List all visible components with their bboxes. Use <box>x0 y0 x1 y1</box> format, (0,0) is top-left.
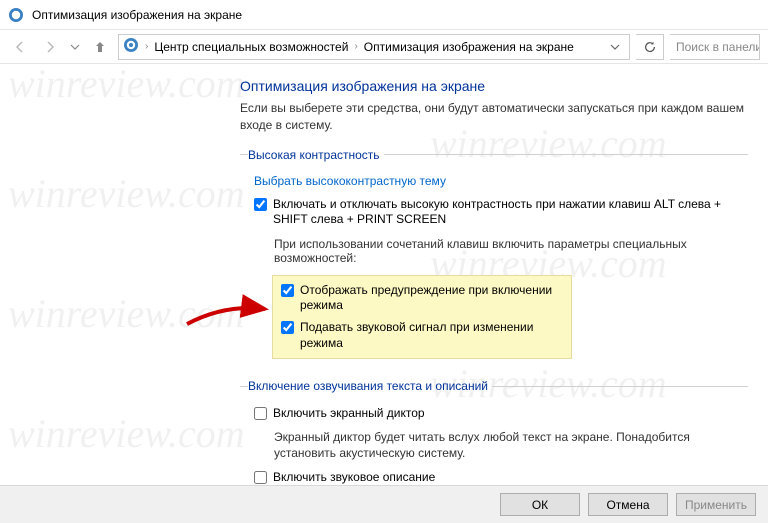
search-input[interactable]: Поиск в панели <box>670 34 760 60</box>
apply-button[interactable]: Применить <box>676 493 756 516</box>
section-legend: Высокая контрастность <box>248 148 384 162</box>
history-dropdown[interactable] <box>68 35 82 59</box>
breadcrumb-ease-of-access[interactable]: Центр специальных возможностей <box>154 40 348 54</box>
play-sound-label[interactable]: Подавать звуковой сигнал при изменении р… <box>300 320 569 351</box>
choose-theme-link[interactable]: Выбрать высококонтрастную тему <box>254 174 446 188</box>
enable-narrator-label[interactable]: Включить экранный диктор <box>273 406 425 422</box>
section-legend: Включение озвучивания текста и описаний <box>248 379 492 393</box>
highlighted-options: Отображать предупреждение при включении … <box>272 275 572 359</box>
window-title: Оптимизация изображения на экране <box>32 8 242 22</box>
toggle-hc-checkbox[interactable] <box>254 198 267 211</box>
breadcrumb-current[interactable]: Оптимизация изображения на экране <box>364 40 574 54</box>
forward-button[interactable] <box>38 35 62 59</box>
navbar: › Центр специальных возможностей › Оптим… <box>0 30 768 64</box>
back-button[interactable] <box>8 35 32 59</box>
chevron-right-icon: › <box>145 41 148 52</box>
callout-arrow-icon <box>185 294 275 334</box>
ok-button[interactable]: ОК <box>500 493 580 516</box>
section-high-contrast: Высокая контрастность Выбрать высококонт… <box>240 148 748 368</box>
up-button[interactable] <box>88 35 112 59</box>
enable-audio-desc-checkbox[interactable] <box>254 471 267 484</box>
play-sound-checkbox[interactable] <box>281 321 294 334</box>
address-dropdown-icon[interactable] <box>605 42 625 52</box>
toggle-hc-label[interactable]: Включать и отключать высокую контрастнос… <box>273 197 748 228</box>
enable-narrator-checkbox[interactable] <box>254 407 267 420</box>
narrator-hint: Экранный диктор будет читать вслух любой… <box>248 425 748 467</box>
search-placeholder: Поиск в панели <box>676 40 760 54</box>
section-narration: Включение озвучивания текста и описаний … <box>240 379 748 485</box>
control-panel-icon <box>8 7 24 23</box>
cancel-button[interactable]: Отмена <box>588 493 668 516</box>
chevron-right-icon: › <box>354 41 357 52</box>
titlebar: Оптимизация изображения на экране <box>0 0 768 30</box>
page-title: Оптимизация изображения на экране <box>240 78 748 94</box>
refresh-button[interactable] <box>636 34 664 60</box>
show-warning-checkbox[interactable] <box>281 284 294 297</box>
show-warning-label[interactable]: Отображать предупреждение при включении … <box>300 283 569 314</box>
content-area: Оптимизация изображения на экране Если в… <box>0 64 768 485</box>
address-bar[interactable]: › Центр специальных возможностей › Оптим… <box>118 34 630 60</box>
shortcut-note: При использовании сочетаний клавиш включ… <box>248 231 748 271</box>
ease-of-access-icon <box>123 37 139 56</box>
dialog-footer: ОК Отмена Применить <box>0 485 768 523</box>
page-intro: Если вы выберете эти средства, они будут… <box>240 100 748 134</box>
enable-audio-desc-label[interactable]: Включить звуковое описание <box>273 470 435 485</box>
